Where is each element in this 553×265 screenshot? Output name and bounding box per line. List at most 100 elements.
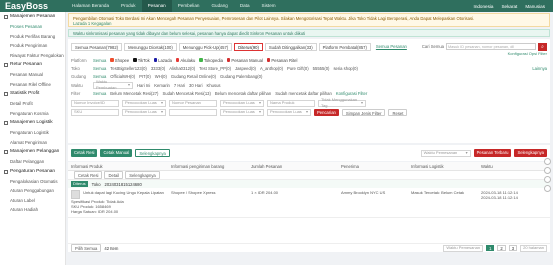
sidebar-item[interactable]: Alamat Pengiriman [0, 138, 65, 148]
language-selector[interactable]: Indonesia [474, 4, 494, 9]
per-page-select[interactable]: Waktu Pemesanan [443, 244, 484, 252]
time-yesterday[interactable]: Kemarin [154, 83, 170, 88]
match-select[interactable]: Pencocokan Luas ▾ [122, 108, 166, 116]
warehouse-option[interactable]: WH(0) [155, 74, 167, 79]
sidebar-item[interactable]: Pengalokasian Otomatis [0, 177, 65, 187]
order-number-select[interactable]: Nomor Pesanan [169, 99, 217, 107]
page-1[interactable]: 1 [486, 245, 495, 251]
store-option[interactable]: Pure Gift(0) [287, 66, 309, 71]
page-size-select[interactable]: 20 halaman [520, 244, 547, 252]
sidebar-item[interactable]: Detail Profit [0, 99, 65, 109]
sidebar-item[interactable]: Aturan Penggabungan [0, 186, 65, 196]
page-3[interactable]: 3 [508, 245, 518, 251]
platform-tokopedia[interactable]: Tokopedia [199, 58, 223, 63]
store-option[interactable]: A_anthop(0) [260, 66, 283, 71]
sidebar-item[interactable]: Pengaturan Logistik [0, 128, 65, 138]
print-filter-option[interactable]: Belum mencetak daftar pilihan [215, 91, 271, 96]
print-filter-option[interactable]: Sudah mencetak daftar pilihan [275, 91, 332, 96]
search-filter-button[interactable]: Pencarian [314, 108, 339, 117]
tab-pickup[interactable]: Menunggu Pick-Up(457) [178, 42, 233, 51]
sort-select[interactable]: Waktu Pemesanan ▾ [420, 149, 471, 157]
time-30days[interactable]: 30 Hari [189, 83, 203, 88]
store-option[interactable]: Test Store_PP(0) [199, 66, 231, 71]
platform-akulaku[interactable]: Akulaku [175, 58, 195, 63]
sidebar-item[interactable]: Produk Perlifas Barang [0, 32, 65, 42]
sidebar-item-process-orders[interactable]: Proses Pesanan [0, 22, 65, 32]
time-custom[interactable]: Khusus [207, 83, 221, 88]
print-label-button[interactable]: Cetak Resi [71, 149, 98, 157]
sidebar-group-order-management[interactable]: Manajemen Pesanan [0, 12, 65, 22]
nav-product[interactable]: Produk [115, 0, 142, 12]
print-filter-option[interactable]: Belum Mencetak Resi(27) [110, 91, 158, 96]
help-icon[interactable] [544, 158, 551, 165]
match-select[interactable]: Pencocokan Luas ▾ [220, 108, 264, 116]
save-filter-button[interactable]: Simpan Jenis Filter [341, 108, 386, 117]
sidebar-group-logistics[interactable]: Manajemen Logistik [0, 118, 65, 128]
order-id[interactable]: 2024031815124680 [105, 182, 142, 187]
settings-icon[interactable] [544, 185, 551, 192]
platform-tiktok[interactable]: TikTok [133, 58, 150, 63]
store-option[interactable]: Alisha0312(0) [169, 66, 195, 71]
nav-data[interactable]: Data [234, 0, 256, 12]
sidebar-group-order-settings[interactable]: Pengaturan Pesanan [0, 167, 65, 177]
sidebar-item[interactable]: Aturan Hadiah [0, 205, 65, 215]
bookmark-icon[interactable] [544, 176, 551, 183]
store-option[interactable]: TestBigSeller123(0) [110, 66, 147, 71]
store-option[interactable]: seria shop(0) [333, 66, 357, 71]
filter-config-button[interactable]: Konfigurasi Filter [336, 91, 367, 96]
match-select[interactable]: Pencocokan Luas ▾ [267, 108, 311, 116]
print-filter-option[interactable]: Sudah Mencetak Resi(13) [162, 91, 210, 96]
chat-icon[interactable] [544, 167, 551, 174]
platform-retail[interactable]: Pesanan Ritel [266, 58, 297, 63]
more-actions-button[interactable]: Selengkapnya [135, 149, 170, 157]
search-input[interactable]: Masuk ID pesanan, nomor pesanan, dll [446, 43, 536, 50]
user-menu[interactable]: Manusias [525, 4, 545, 9]
warehouse-option[interactable]: Gudang Palembang(0) [220, 74, 262, 79]
reset-button[interactable]: Reset [388, 108, 408, 117]
sidebar-item[interactable]: Aturan Label [0, 196, 65, 206]
tab-link-all[interactable]: Semua Pesanan [372, 42, 410, 51]
sidebar-item[interactable]: Daftar Pelanggan [0, 157, 65, 167]
time-type-select[interactable]: Waktu Pembuatan ▾ [93, 79, 133, 90]
match-select[interactable]: Pencocokan Luas ▾ [122, 99, 166, 107]
notice-lazada[interactable]: Lazada 1 Kegagalan [73, 21, 545, 26]
sidebar-group-returns[interactable]: Retur Pesanan [0, 60, 65, 70]
platform-lazada[interactable]: Lazada [153, 58, 172, 63]
points[interactable]: Sekarat [501, 4, 517, 9]
time-7days[interactable]: 7 Hari [174, 83, 185, 88]
platform-shopee[interactable]: Shopee [110, 58, 129, 63]
select-all-button[interactable]: Pilih Semua [71, 244, 102, 252]
manual-print-button[interactable]: Cetak Manual [100, 149, 133, 157]
platform-manual[interactable]: Pesanan Manual [226, 58, 263, 63]
detail-button[interactable]: Detail [104, 171, 124, 179]
warehouse-option[interactable]: PIT(0) [139, 74, 151, 79]
invoice-select[interactable]: Nomor Invoice/ID [71, 99, 119, 107]
tab-cancelled[interactable]: Platform Pembatal(857) [318, 42, 371, 51]
page-2[interactable]: 2 [497, 245, 506, 251]
product-name[interactable]: Untuk dapat lagi Kucing Ungu Kepala Lipa… [83, 190, 164, 195]
store-option[interactable]: 55555(0) [313, 66, 330, 71]
tag-select[interactable]: Tidak Menggunakan Tag ▾ [318, 97, 366, 108]
print-filter-all[interactable]: Semua [93, 91, 106, 96]
sidebar-item[interactable]: Riwayat Faktur Pengalokan [0, 51, 65, 61]
sidebar-group-customers[interactable]: Manajemen Pelanggan [0, 147, 65, 157]
nav-orders[interactable]: Pesanan [141, 0, 172, 12]
store-option[interactable]: Jaspeed(0) [235, 66, 256, 71]
platform-all[interactable]: Semua [93, 58, 106, 63]
store-option[interactable]: 3333(0) [151, 66, 165, 71]
nav-purchase[interactable]: Pembelian [172, 0, 206, 12]
cetak-resi-button[interactable]: Cetak Resi [74, 171, 103, 179]
more-sort-button[interactable]: Selengkapnya [514, 149, 547, 157]
store-more[interactable]: Lainnya [532, 66, 547, 71]
tab-abandoned[interactable]: Sudah Ditinggalkan(33) [264, 42, 317, 51]
input-field[interactable] [169, 108, 217, 116]
sidebar-item[interactable]: Pesanan Manual [0, 70, 65, 80]
sidebar-group-profit[interactable]: Statistik Profit [0, 89, 65, 99]
tab-to-print[interactable]: Menunggu Dicetak(100) [124, 42, 177, 51]
nav-system[interactable]: Sistem [256, 0, 282, 12]
sku-select[interactable]: SKU [71, 108, 119, 116]
warehouse-option[interactable]: Gudang Retail Online(0) [171, 74, 216, 79]
sidebar-item[interactable]: Pengaturan Kosmia [0, 109, 65, 119]
store-all[interactable]: Semua [93, 66, 106, 71]
match-select[interactable]: Pencocokan Luas ▾ [220, 99, 264, 107]
